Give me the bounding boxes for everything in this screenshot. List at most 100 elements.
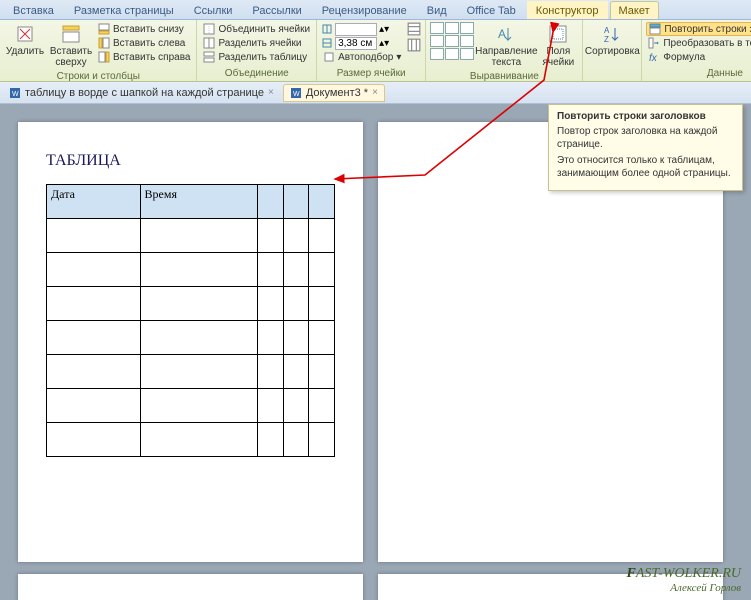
doc-table[interactable]: Дата Время (46, 184, 335, 457)
workspace: ТАБЛИЦА Дата Время Повторить строки заго… (0, 104, 751, 600)
doc-title: ТАБЛИЦА (46, 152, 335, 170)
table-header-cell[interactable]: Дата (47, 185, 141, 219)
insert-bottom-button[interactable]: Вставить снизу (96, 22, 192, 36)
text-direction-icon: A (496, 24, 516, 44)
svg-text:A: A (498, 27, 506, 41)
tab-ssylki[interactable]: Ссылки (185, 1, 242, 19)
tab-maket[interactable]: Макет (610, 1, 659, 19)
svg-text:A: A (604, 26, 610, 35)
align-mr[interactable] (460, 35, 474, 47)
table-row (47, 321, 335, 355)
group-label-lines-cols: Строки и столбцы (4, 70, 192, 84)
split-cells-icon (203, 37, 215, 49)
table-header-cell[interactable] (283, 185, 309, 219)
tab-vid[interactable]: Вид (418, 1, 456, 19)
tab-razmetka[interactable]: Разметка страницы (65, 1, 183, 19)
autofit-icon (323, 51, 335, 63)
col-width-input[interactable] (335, 37, 377, 50)
insert-left-icon (98, 37, 110, 49)
table-row (47, 287, 335, 321)
repeat-header-button[interactable]: Повторить строки заголовков (646, 22, 751, 36)
close-tab-icon[interactable]: × (372, 87, 378, 98)
align-tl[interactable] (430, 22, 444, 34)
to-text-icon (648, 37, 660, 49)
table-row (47, 423, 335, 457)
tab-rassylki[interactable]: Рассылки (243, 1, 310, 19)
autofit-button[interactable]: Автоподбор ▾ (321, 50, 403, 64)
spinner-icon[interactable]: ▴▾ (379, 24, 389, 35)
insert-left-button[interactable]: Вставить слева (96, 36, 192, 50)
tab-officetab[interactable]: Office Tab (458, 1, 525, 19)
tooltip-repeat-header: Повторить строки заголовков Повтор строк… (548, 104, 743, 191)
table-row (47, 253, 335, 287)
tab-konstruktor[interactable]: Конструктор (527, 1, 608, 19)
svg-text:Z: Z (604, 35, 609, 44)
split-table-button[interactable]: Разделить таблицу (201, 50, 312, 64)
distribute-cols-icon[interactable] (407, 38, 421, 52)
doc-tab-1[interactable]: W таблицу в ворде с шапкой на каждой стр… (2, 84, 281, 102)
align-br[interactable] (460, 48, 474, 60)
insert-right-icon (98, 51, 110, 63)
merge-cells-icon (203, 23, 215, 35)
table-row (47, 355, 335, 389)
to-text-button[interactable]: Преобразовать в текст (646, 36, 751, 50)
page-1[interactable]: ТАБЛИЦА Дата Время (18, 122, 363, 562)
watermark: FAST-WOLKER.RU Алексей Горлов (627, 566, 741, 594)
group-data: Повторить строки заголовков Преобразоват… (642, 20, 751, 81)
formula-button[interactable]: fxФормула (646, 50, 751, 64)
tab-recenz[interactable]: Рецензирование (313, 1, 416, 19)
group-lines-cols: Удалить Вставить сверху Вставить снизу В… (0, 20, 197, 81)
group-merge: Объединить ячейки Разделить ячейки Разде… (197, 20, 317, 81)
svg-text:W: W (12, 91, 19, 98)
sort-icon: AZ (602, 24, 622, 44)
page-3[interactable] (18, 574, 363, 600)
cell-margins-icon (548, 24, 568, 44)
row-height-input[interactable] (335, 23, 377, 36)
tab-vstavka[interactable]: Вставка (4, 1, 63, 19)
delete-button[interactable]: Удалить (4, 22, 46, 70)
insert-right-button[interactable]: Вставить справа (96, 50, 192, 64)
merge-cells-button[interactable]: Объединить ячейки (201, 22, 312, 36)
group-align: A Направление текста Поля ячейки Выравни… (426, 20, 583, 81)
table-header-cell[interactable]: Время (140, 185, 258, 219)
col-width-icon (321, 37, 333, 49)
doc-tab-2[interactable]: W Документ3 * × (283, 84, 385, 102)
text-direction-button[interactable]: A Направление текста (478, 22, 534, 70)
distribute-rows-icon[interactable] (407, 22, 421, 36)
split-cells-button[interactable]: Разделить ячейки (201, 36, 312, 50)
table-header-row: Дата Время (47, 185, 335, 219)
group-sort: AZ Сортировка (583, 20, 642, 81)
group-label-merge: Объединение (201, 67, 312, 81)
row-height-spin[interactable]: ▴▾ (321, 22, 403, 36)
align-bl[interactable] (430, 48, 444, 60)
table-header-cell[interactable] (309, 185, 335, 219)
align-mc[interactable] (445, 35, 459, 47)
group-label-cellsize: Размер ячейки (321, 67, 421, 81)
document-tabs: W таблицу в ворде с шапкой на каждой стр… (0, 82, 751, 104)
chevron-down-icon: ▾ (396, 52, 401, 63)
table-header-cell[interactable] (258, 185, 284, 219)
insert-top-icon (61, 24, 81, 44)
table-row (47, 389, 335, 423)
cell-margins-button[interactable]: Поля ячейки (538, 22, 578, 70)
close-tab-icon[interactable]: × (268, 87, 274, 98)
svg-text:W: W (293, 91, 300, 98)
align-tr[interactable] (460, 22, 474, 34)
table-row (47, 219, 335, 253)
spinner-icon[interactable]: ▴▾ (379, 38, 389, 49)
tooltip-title: Повторить строки заголовков (557, 111, 734, 122)
split-table-icon (203, 51, 215, 63)
delete-icon (15, 24, 35, 44)
repeat-header-icon (649, 23, 661, 35)
align-grid (430, 22, 474, 70)
insert-top-button[interactable]: Вставить сверху (50, 22, 92, 70)
group-cellsize: ▴▾ ▴▾ Автоподбор ▾ Размер ячейки (317, 20, 426, 81)
formula-icon: fx (648, 51, 660, 63)
group-label-data: Данные (646, 67, 751, 81)
align-bc[interactable] (445, 48, 459, 60)
sort-button[interactable]: AZ Сортировка (587, 22, 637, 78)
col-width-spin[interactable]: ▴▾ (321, 36, 403, 50)
align-tc[interactable] (445, 22, 459, 34)
align-ml[interactable] (430, 35, 444, 47)
ribbon-tabs: Вставка Разметка страницы Ссылки Рассылк… (0, 0, 751, 20)
